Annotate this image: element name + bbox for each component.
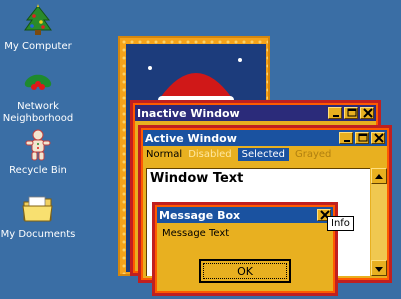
folder-icon	[21, 192, 55, 226]
message-text: Message Text	[162, 228, 230, 239]
maximize-button[interactable]	[344, 107, 358, 119]
window-title: Inactive Window	[137, 106, 240, 120]
close-button[interactable]	[360, 107, 374, 119]
arrow-down-icon	[375, 267, 383, 272]
menu-bar: Normal Disabled Selected Grayed	[143, 146, 387, 162]
holly-icon	[21, 64, 55, 98]
window-title: Active Window	[145, 131, 237, 145]
desktop-icon-network-neighborhood[interactable]: Network Neighborhood	[0, 64, 76, 125]
active-window-titlebar[interactable]: Active Window	[143, 130, 387, 146]
gingerbread-icon	[21, 128, 55, 162]
close-button[interactable]	[371, 132, 385, 144]
message-box-titlebar[interactable]: Message Box	[157, 207, 333, 223]
desktop-icon-my-computer[interactable]: My Computer	[0, 4, 76, 53]
menu-item-normal[interactable]: Normal	[146, 149, 182, 160]
menu-item-grayed: Grayed	[295, 148, 332, 160]
info-tooltip: Info	[327, 216, 354, 231]
ok-button[interactable]: OK	[199, 259, 291, 283]
scroll-down-button[interactable]	[371, 260, 387, 276]
scroll-up-button[interactable]	[371, 168, 387, 184]
minimize-button[interactable]	[339, 132, 353, 144]
desktop-icon-label: Network Neighborhood	[2, 101, 74, 124]
arrow-up-icon	[375, 174, 383, 179]
desktop-icon-label: My Computer	[4, 41, 72, 52]
desktop-icon-label: My Documents	[0, 229, 76, 240]
minimize-icon	[344, 140, 350, 142]
ok-button-label: OK	[203, 263, 287, 279]
maximize-icon	[347, 108, 357, 117]
menu-item-disabled: Disabled	[188, 148, 232, 160]
desktop-icon-recycle-bin[interactable]: Recycle Bin	[0, 128, 76, 177]
maximize-icon	[358, 133, 368, 142]
minimize-icon	[333, 115, 339, 117]
christmas-tree-icon	[21, 4, 55, 38]
message-box[interactable]: Message Box Message Text OK	[155, 205, 335, 293]
inactive-window-titlebar[interactable]: Inactive Window	[135, 105, 376, 121]
close-icon	[363, 108, 373, 118]
maximize-button[interactable]	[355, 132, 369, 144]
menu-item-selected[interactable]: Selected	[237, 147, 289, 161]
close-icon	[374, 133, 384, 143]
minimize-button[interactable]	[328, 107, 342, 119]
desktop-icon-label: Recycle Bin	[9, 165, 67, 176]
window-text: Window Text	[150, 171, 244, 186]
desktop-icon-my-documents[interactable]: My Documents	[0, 192, 76, 241]
vertical-scrollbar[interactable]	[371, 168, 387, 276]
message-box-title: Message Box	[159, 208, 241, 222]
